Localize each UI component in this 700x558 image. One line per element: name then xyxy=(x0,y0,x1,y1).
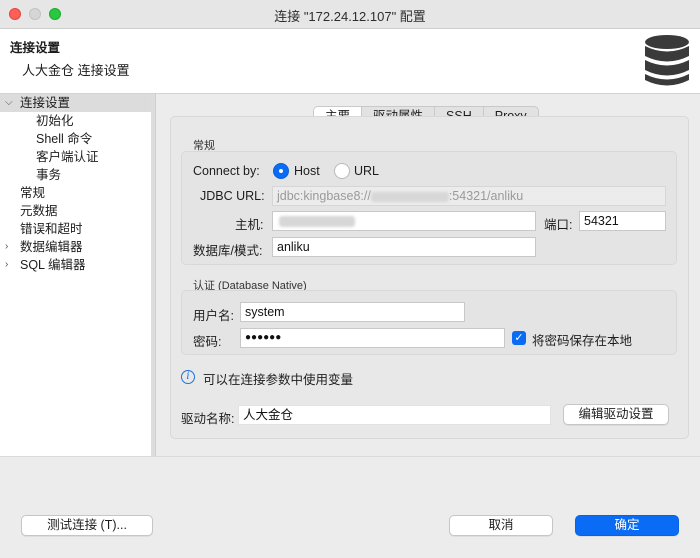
sidebar-item-label: 常规 xyxy=(20,186,46,200)
username-label: 用户名: xyxy=(193,309,234,323)
port-label: 端口: xyxy=(544,218,573,232)
driver-name-field: 人大金仓 xyxy=(238,405,551,425)
jdbc-url-suffix: :54321/anliku xyxy=(448,189,524,203)
url-radio[interactable] xyxy=(334,163,350,179)
jdbc-url-field[interactable]: jdbc:kingbase8:// :54321/anliku xyxy=(272,186,666,206)
sidebar-item-label: 元数据 xyxy=(20,204,58,218)
edit-driver-button[interactable]: 编辑驱动设置 xyxy=(563,404,669,425)
save-password-label[interactable]: 将密码保存在本地 xyxy=(532,330,632,349)
host-label: 主机: xyxy=(235,218,264,232)
username-input[interactable]: system xyxy=(240,302,465,322)
header-title: 连接设置 xyxy=(10,41,61,55)
sidebar-item-label: 初始化 xyxy=(36,114,74,128)
info-icon: i xyxy=(181,370,195,384)
sidebar-item-label: Shell 命令 xyxy=(36,132,93,146)
database-label: 数据库/模式: xyxy=(193,244,263,258)
sidebar-item-label: 数据编辑器 xyxy=(20,240,83,254)
test-connection-button[interactable]: 测试连接 (T)... xyxy=(21,515,153,536)
chevron-right-icon[interactable]: › xyxy=(5,238,15,256)
jdbc-url-label: JDBC URL: xyxy=(200,189,265,203)
host-radio[interactable] xyxy=(273,163,289,179)
database-input[interactable]: anliku xyxy=(272,237,536,257)
header-subtitle: 人大金仓 连接设置 xyxy=(22,63,130,78)
host-input[interactable] xyxy=(272,211,536,231)
port-input[interactable]: 54321 xyxy=(579,211,666,231)
chevron-down-icon[interactable]: ⌵ xyxy=(5,94,15,112)
sidebar-scrollbar[interactable] xyxy=(151,94,155,456)
dialog-header: 连接设置 人大金仓 连接设置 xyxy=(0,29,700,94)
save-password-checkbox[interactable]: ✓ xyxy=(512,331,526,345)
driver-name-label: 驱动名称: xyxy=(181,412,235,426)
password-input[interactable]: ●●●●●● xyxy=(240,328,505,348)
redacted-host-value xyxy=(279,216,355,228)
window-title: 连接 "172.24.12.107" 配置 xyxy=(274,9,426,24)
sidebar-item-label: 连接设置 xyxy=(20,96,71,110)
sidebar-item-label: 客户端认证 xyxy=(36,150,99,164)
cancel-button[interactable]: 取消 xyxy=(449,515,553,536)
url-radio-label[interactable]: URL xyxy=(354,164,379,178)
redacted-host-text xyxy=(370,191,449,202)
sidebar-item-label: 错误和超时 xyxy=(20,222,83,236)
chevron-right-icon[interactable]: › xyxy=(5,256,15,274)
password-label: 密码: xyxy=(193,335,222,349)
variables-info-text: 可以在连接参数中使用变量 xyxy=(203,373,354,387)
ok-button[interactable]: 确定 xyxy=(575,515,679,536)
settings-sidebar: ⌵ 连接设置 初始化 Shell 命令 客户端认证 事务 常规 元数据 错误和超… xyxy=(0,94,156,456)
dialog-footer xyxy=(0,456,700,558)
connect-by-label: Connect by: xyxy=(193,164,260,178)
host-radio-label[interactable]: Host xyxy=(294,164,320,178)
title-bar: 连接 "172.24.12.107" 配置 xyxy=(0,0,700,29)
sidebar-item-connection-settings[interactable]: ⌵ 连接设置 xyxy=(0,94,152,112)
sidebar-item-label: SQL 编辑器 xyxy=(20,258,86,272)
database-icon xyxy=(645,35,689,86)
jdbc-url-prefix: jdbc:kingbase8:// xyxy=(277,189,371,203)
sidebar-item-label: 事务 xyxy=(36,168,62,182)
